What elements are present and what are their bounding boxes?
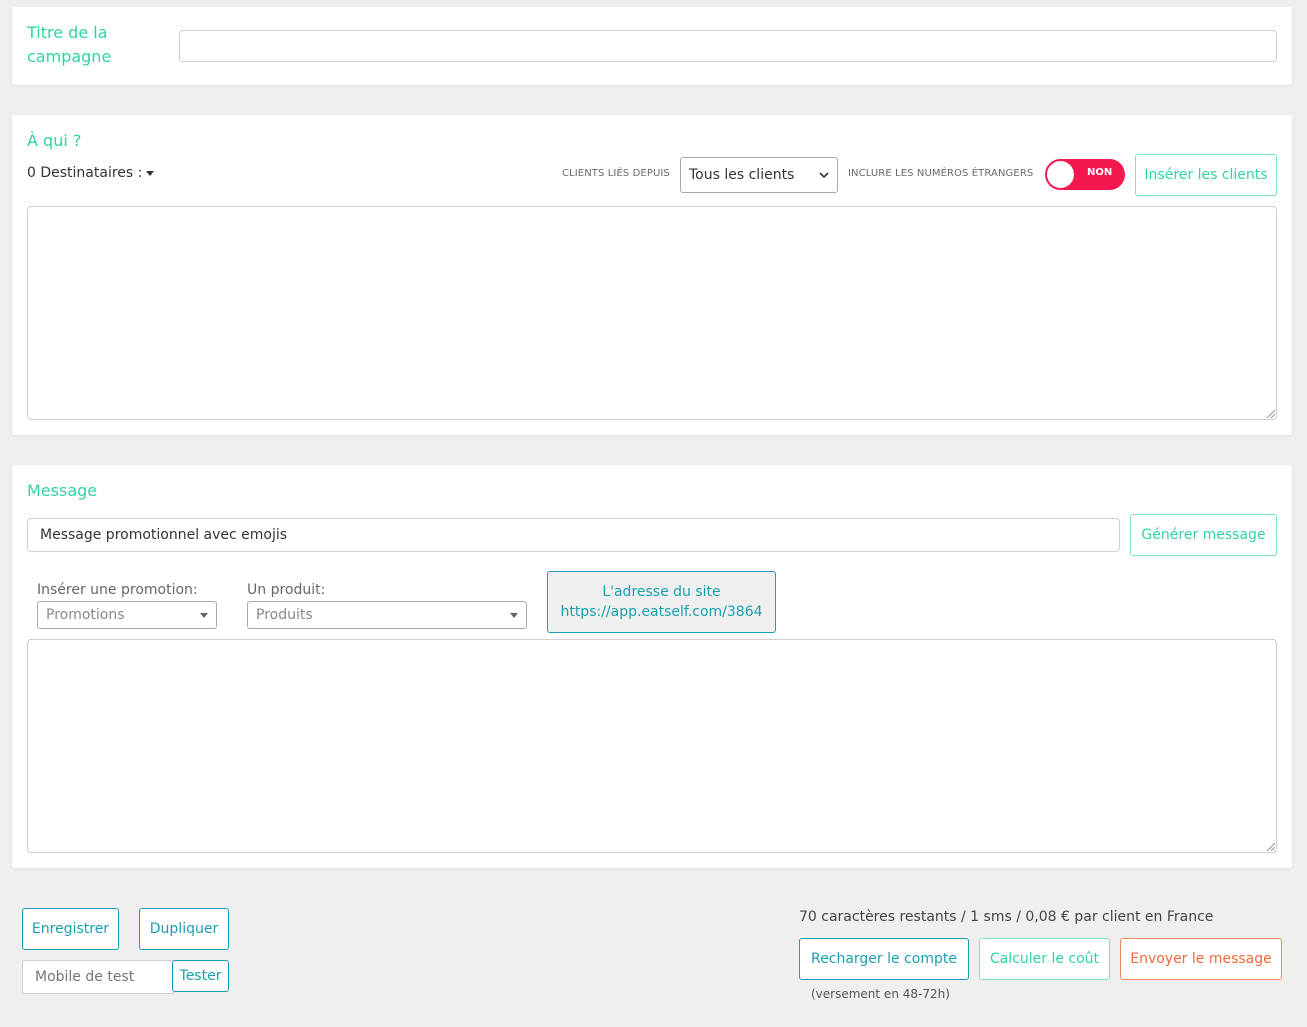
foreign-numbers-toggle[interactable]: NON: [1045, 159, 1125, 190]
calculate-cost-button[interactable]: Calculer le coût: [979, 938, 1110, 980]
toggle-state-label: NON: [1087, 167, 1113, 178]
generate-message-button[interactable]: Générer message: [1130, 514, 1277, 556]
site-address-url: https://app.eatself.com/3864: [560, 604, 763, 620]
insert-clients-button[interactable]: Insérer les clients: [1135, 154, 1277, 196]
sms-stats-text: 70 caractères restants / 1 sms / 0,08 € …: [799, 909, 1214, 925]
duplicate-button[interactable]: Dupliquer: [139, 908, 229, 950]
site-address-button[interactable]: L'adresse du site https://app.eatself.co…: [547, 571, 776, 633]
campaign-title-input[interactable]: [179, 30, 1277, 62]
clients-since-select[interactable]: Tous les clients: [680, 157, 838, 193]
product-select-value: Produits: [256, 607, 313, 623]
message-prompt-input[interactable]: [27, 518, 1120, 552]
product-select[interactable]: Produits: [247, 601, 527, 629]
caret-down-icon: [146, 170, 155, 176]
resize-handle-icon[interactable]: [1267, 410, 1275, 418]
recipients-textarea[interactable]: [27, 206, 1277, 420]
test-mobile-input[interactable]: [22, 960, 174, 994]
recipients-title: À qui ?: [27, 131, 82, 150]
product-label: Un produit:: [247, 582, 326, 598]
site-address-label: L'adresse du site: [602, 584, 721, 600]
chevron-down-icon: [819, 172, 829, 179]
recipients-count-dropdown[interactable]: 0 Destinataires :: [27, 165, 155, 181]
message-title: Message: [27, 481, 98, 500]
payment-note: (versement en 48-72h): [811, 987, 950, 1001]
test-button[interactable]: Tester: [172, 960, 229, 992]
recipients-card: À qui ? 0 Destinataires : CLIENTS LIÉS D…: [12, 115, 1292, 435]
clients-since-label: CLIENTS LIÉS DEPUIS: [562, 168, 670, 179]
send-message-button[interactable]: Envoyer le message: [1120, 938, 1282, 980]
recipients-textarea-wrap: [27, 206, 1277, 420]
campaign-title-label: Titre de la campagne: [27, 23, 112, 66]
caret-down-icon: [510, 612, 518, 618]
promotion-select[interactable]: Promotions: [37, 601, 217, 629]
caret-down-icon: [200, 612, 208, 618]
promotion-label: Insérer une promotion:: [37, 582, 198, 598]
recipients-count-label: 0 Destinataires :: [27, 165, 143, 181]
resize-handle-icon[interactable]: [1267, 843, 1275, 851]
recharge-account-button[interactable]: Recharger le compte: [799, 938, 969, 980]
save-button[interactable]: Enregistrer: [22, 908, 119, 950]
toggle-knob: [1047, 161, 1074, 188]
message-card: Message Générer message Insérer une prom…: [12, 465, 1292, 868]
message-body-textarea[interactable]: [27, 639, 1277, 853]
foreign-numbers-label: INCLURE LES NUMÉROS ÉTRANGERS: [848, 168, 1034, 179]
clients-since-value: Tous les clients: [689, 167, 795, 183]
message-body-wrap: [27, 639, 1277, 853]
campaign-title-card: Titre de la campagne: [12, 7, 1292, 85]
promotion-select-value: Promotions: [46, 607, 125, 623]
